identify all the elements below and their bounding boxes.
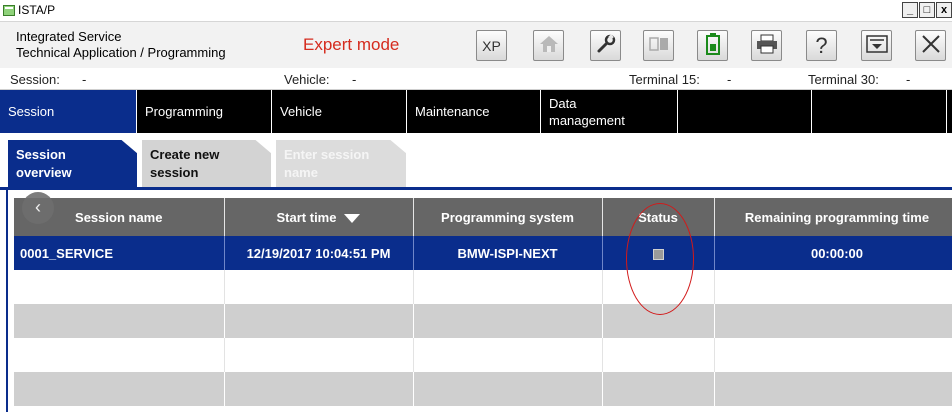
- empty-cell: [413, 304, 603, 338]
- session-table: Session name Start time Programming syst…: [14, 198, 952, 406]
- mode-indicator: Expert mode: [303, 35, 400, 54]
- tab-enter-session-name: Enter session name: [276, 140, 406, 187]
- empty-cell: [14, 338, 225, 372]
- table-row-empty: [14, 372, 952, 406]
- empty-cell: [602, 338, 715, 372]
- window-button[interactable]: [643, 30, 674, 61]
- empty-cell: [413, 338, 603, 372]
- empty-cell: [224, 372, 414, 406]
- close-app-button[interactable]: [915, 30, 946, 61]
- empty-cell: [602, 270, 715, 304]
- home-button[interactable]: [533, 30, 564, 61]
- empty-cell: [14, 304, 225, 338]
- empty-cell: [714, 304, 952, 338]
- close-icon: [921, 34, 941, 57]
- brand-text: Integrated Service Technical Application…: [16, 29, 226, 61]
- brand-line-1: Integrated Service: [16, 29, 122, 44]
- session-label: Session:: [10, 72, 60, 87]
- column-label: Status: [638, 209, 678, 225]
- empty-cell: [602, 372, 715, 406]
- status-square-icon: [652, 248, 664, 260]
- cell-remaining-time: 00:00:00: [714, 236, 952, 270]
- app-icon: [3, 5, 15, 16]
- session-status-line: Session: - Vehicle: - Terminal 15: - Ter…: [0, 68, 952, 90]
- nav-empty-slot-2: [812, 90, 947, 133]
- column-header-start-time[interactable]: Start time: [224, 198, 414, 236]
- back-button[interactable]: ‹: [22, 192, 54, 224]
- tab-create-new-session[interactable]: Create new session: [142, 140, 271, 187]
- vehicle-label: Vehicle:: [284, 72, 330, 87]
- cell-start-time: 12/19/2017 10:04:51 PM: [224, 236, 414, 270]
- cell-session-name: 0001_SERVICE: [14, 236, 225, 270]
- app-header: Integrated Service Technical Application…: [0, 22, 952, 68]
- battery-button[interactable]: [697, 30, 728, 61]
- terminal15-label: Terminal 15:: [629, 72, 700, 87]
- empty-cell: [224, 270, 414, 304]
- empty-cell: [413, 270, 603, 304]
- terminal30-value: -: [906, 72, 911, 87]
- terminal15-value: -: [727, 72, 732, 87]
- sub-navigation: Session overview Create new session Ente…: [0, 133, 952, 187]
- tab-session-overview[interactable]: Session overview: [8, 140, 137, 187]
- xp-label: XP: [482, 37, 501, 54]
- window-maximize-button[interactable]: □: [919, 2, 935, 18]
- main-navigation: Session Programming Vehicle Maintenance …: [0, 90, 952, 133]
- xp-button[interactable]: XP: [476, 30, 507, 61]
- nav-vehicle[interactable]: Vehicle: [272, 90, 407, 133]
- column-label: Session name: [75, 209, 163, 225]
- minimize-panel-button[interactable]: [861, 30, 892, 61]
- nav-maintenance[interactable]: Maintenance: [407, 90, 541, 133]
- column-label: Programming system: [441, 209, 574, 225]
- window-minimize-button[interactable]: _: [902, 2, 918, 18]
- table-row-empty: [14, 270, 952, 304]
- window-title: ISTA/P: [18, 3, 56, 17]
- table-row-empty: [14, 338, 952, 372]
- empty-cell: [413, 372, 603, 406]
- table-header-row: Session name Start time Programming syst…: [14, 198, 952, 236]
- empty-cell: [224, 338, 414, 372]
- empty-cell: [714, 372, 952, 406]
- column-header-programming-system[interactable]: Programming system: [413, 198, 603, 236]
- column-header-status[interactable]: Status: [602, 198, 715, 236]
- home-icon: [539, 35, 559, 56]
- cell-status: [602, 236, 715, 270]
- nav-session[interactable]: Session: [0, 90, 137, 133]
- nav-programming[interactable]: Programming: [137, 90, 272, 133]
- window-controls: _ □ x: [901, 2, 952, 18]
- cell-programming-system: BMW-ISPI-NEXT: [413, 236, 603, 270]
- empty-cell: [14, 372, 225, 406]
- chevron-left-icon: ‹: [35, 197, 41, 217]
- empty-cell: [14, 270, 225, 304]
- vehicle-value: -: [352, 72, 357, 87]
- table-row-empty: [14, 304, 952, 338]
- nav-empty-slot-1: [678, 90, 812, 133]
- wrench-icon: [596, 34, 616, 57]
- sort-descending-icon: [344, 213, 361, 223]
- printer-icon: [756, 34, 778, 57]
- print-button[interactable]: [751, 30, 782, 61]
- help-button[interactable]: ?: [806, 30, 837, 61]
- column-label: Remaining programming time: [744, 209, 930, 225]
- session-overview-panel: ‹ Session name Start time Programming sy…: [6, 190, 952, 412]
- empty-cell: [714, 338, 952, 372]
- terminal30-label: Terminal 30:: [808, 72, 879, 87]
- empty-cell: [602, 304, 715, 338]
- empty-cell: [224, 304, 414, 338]
- column-header-remaining-time[interactable]: Remaining programming time: [714, 198, 952, 236]
- window-icon: [648, 37, 669, 54]
- brand-line-2: Technical Application / Programming: [16, 45, 226, 60]
- minimize-icon: [865, 35, 888, 56]
- empty-cell: [714, 270, 952, 304]
- table-row[interactable]: 0001_SERVICE 12/19/2017 10:04:51 PM BMW-…: [14, 236, 952, 270]
- question-icon: ?: [815, 32, 828, 58]
- wrench-button[interactable]: [590, 30, 621, 61]
- window-close-button[interactable]: x: [936, 2, 952, 18]
- nav-data-management[interactable]: Data management: [541, 90, 678, 133]
- window-titlebar: ISTA/P _ □ x: [0, 0, 952, 22]
- session-value: -: [82, 72, 87, 87]
- battery-icon: [705, 33, 720, 58]
- column-label: Start time: [276, 209, 337, 225]
